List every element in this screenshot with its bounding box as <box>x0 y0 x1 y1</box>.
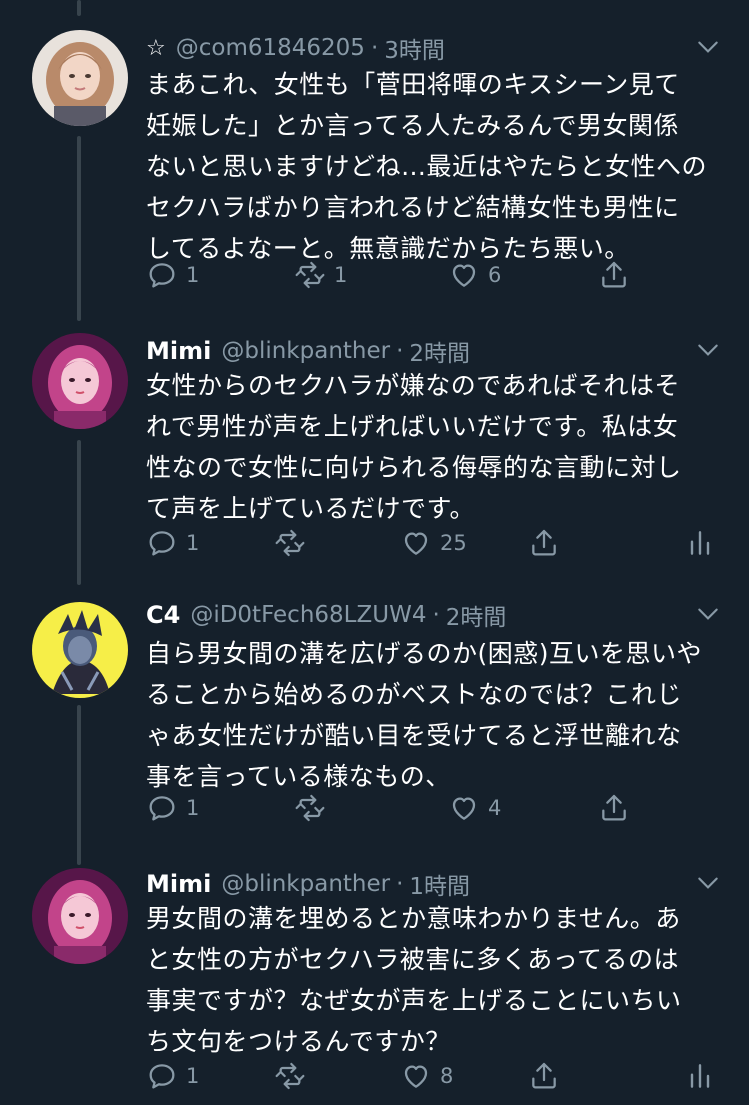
text-line: 事実ですが？なぜ女が声を上げることにいちい <box>146 986 682 1015</box>
avatar[interactable] <box>32 602 128 698</box>
text-line: 妊娠した」とか言ってる人たみるんで男女関係 <box>146 111 680 140</box>
analytics-button[interactable] <box>684 1056 716 1096</box>
like-icon <box>452 797 476 820</box>
like-icon <box>452 264 476 287</box>
like-count: 8 <box>440 1064 454 1088</box>
timestamp[interactable]: 2時間 <box>446 598 507 632</box>
text-line: ないと思いますけどね…最近はやたらと女性への <box>146 152 708 181</box>
user-handle[interactable]: @blinkpanther <box>221 871 390 897</box>
reply-count: 1 <box>186 531 200 555</box>
retweet-button[interactable] <box>274 523 314 563</box>
share-icon <box>532 1062 556 1089</box>
tweet-text: まあこれ、女性も「菅田将暉のキスシーン見て 妊娠した」とか言ってる人たみるんで男… <box>146 64 722 269</box>
reply-icon <box>149 263 175 288</box>
retweet-icon <box>295 794 325 822</box>
like-button[interactable]: 6 <box>448 255 501 295</box>
separator-dot: · <box>432 602 440 628</box>
like-count: 25 <box>440 531 467 555</box>
text-line: 女性からのセクハラが嫌なのであればそれはそ <box>146 371 681 400</box>
star-label: ☆ <box>146 35 166 61</box>
tweet-text: 女性からのセクハラが嫌なのであればそれはそ れで男性が声を上げればいいだけです。… <box>146 365 722 529</box>
action-bar: 1 1 6 <box>146 255 726 295</box>
share-button[interactable] <box>598 788 630 828</box>
reply-icon <box>149 796 175 821</box>
timestamp[interactable]: 3時間 <box>384 31 445 65</box>
tweet-header: Mimi @blinkpanther · 1時間 <box>146 866 470 902</box>
user-handle[interactable]: @blinkpanther <box>221 338 390 364</box>
text-line: れで男性が声を上げればいいだけです。私は女 <box>146 412 679 441</box>
reply-icon <box>149 1064 175 1089</box>
reply-button[interactable]: 1 <box>146 1056 199 1096</box>
retweet-icon <box>275 1062 305 1090</box>
text-line: ゃあ女性だけが酷い目を受けてると浮世離れな <box>146 721 682 750</box>
like-button[interactable]: 8 <box>400 1056 453 1096</box>
text-line: 男女間の溝を埋めるとか意味わかりません。あ <box>146 904 681 933</box>
caret-down-icon[interactable] <box>695 337 721 363</box>
text-line: セクハラばかり言われるけど結構女性も男性に <box>146 193 680 222</box>
retweet-button[interactable] <box>294 788 334 828</box>
share-icon <box>602 794 626 821</box>
text-line: 性なので女性に向けられる侮辱的な言動に対し <box>146 453 682 482</box>
analytics-button[interactable] <box>684 523 716 563</box>
reply-icon <box>149 531 175 556</box>
reply-button[interactable]: 1 <box>146 255 199 295</box>
tweet-header: C4 @iD0tFech68LZUW4 · 2時間 <box>146 597 506 633</box>
like-count: 6 <box>488 263 502 287</box>
action-bar: 1 4 <box>146 788 726 828</box>
action-bar: 1 8 <box>146 1056 726 1096</box>
separator-dot: · <box>396 338 404 364</box>
text-line: ることから始めるのがベストなのでは？これじ <box>146 680 683 709</box>
caret-down-icon[interactable] <box>695 601 721 627</box>
share-icon <box>532 529 556 556</box>
action-bar: 1 25 <box>146 523 726 563</box>
share-button[interactable] <box>598 255 630 295</box>
tweet-text: 男女間の溝を埋めるとか意味わかりません。あ と女性の方がセクハラ被害に多くあって… <box>146 898 722 1062</box>
text-line: 自ら男女間の溝を広げるのか(困惑)互いを思いや <box>146 639 703 668</box>
avatar[interactable] <box>32 868 128 964</box>
user-handle[interactable]: @com61846205 <box>176 35 365 61</box>
text-line: と女性の方がセクハラ被害に多くあってるのは <box>146 945 680 974</box>
tweet-header: ☆ @com61846205 · 3時間 <box>146 30 445 66</box>
like-icon <box>404 532 428 555</box>
like-icon <box>404 1065 428 1088</box>
retweet-count: 1 <box>334 263 348 287</box>
reply-count: 1 <box>186 1064 200 1088</box>
retweet-icon <box>275 529 305 557</box>
avatar[interactable] <box>32 30 128 126</box>
retweet-button[interactable]: 1 <box>294 255 347 295</box>
retweet-button[interactable] <box>274 1056 314 1096</box>
share-button[interactable] <box>528 1056 560 1096</box>
display-name[interactable]: C4 <box>146 601 180 629</box>
analytics-icon <box>690 1064 710 1088</box>
caret-down-icon[interactable] <box>695 870 721 896</box>
share-button[interactable] <box>528 523 560 563</box>
separator-dot: · <box>370 35 379 61</box>
share-icon <box>602 261 626 288</box>
like-button[interactable]: 25 <box>400 523 467 563</box>
reply-button[interactable]: 1 <box>146 523 199 563</box>
thread-line <box>77 0 81 16</box>
analytics-icon <box>690 531 710 555</box>
caret-down-icon[interactable] <box>695 34 721 60</box>
reply-button[interactable]: 1 <box>146 788 199 828</box>
avatar[interactable] <box>32 333 128 429</box>
timestamp[interactable]: 1時間 <box>409 867 470 901</box>
display-name[interactable]: Mimi <box>146 337 211 365</box>
tweet-header: Mimi @blinkpanther · 2時間 <box>146 333 470 369</box>
thread-line <box>77 705 81 865</box>
reply-count: 1 <box>186 263 200 287</box>
display-name[interactable]: Mimi <box>146 870 211 898</box>
text-line: まあこれ、女性も「菅田将暉のキスシーン見て <box>146 70 680 99</box>
thread-line <box>77 440 81 585</box>
timestamp[interactable]: 2時間 <box>409 334 470 368</box>
reply-count: 1 <box>186 796 200 820</box>
separator-dot: · <box>396 871 404 897</box>
like-button[interactable]: 4 <box>448 788 501 828</box>
like-count: 4 <box>488 796 502 820</box>
tweet-text: 自ら男女間の溝を広げるのか(困惑)互いを思いや ることから始めるのがベストなので… <box>146 633 722 797</box>
user-handle[interactable]: @iD0tFech68LZUW4 <box>190 602 426 628</box>
retweet-icon <box>295 261 325 289</box>
thread-line <box>77 136 81 321</box>
